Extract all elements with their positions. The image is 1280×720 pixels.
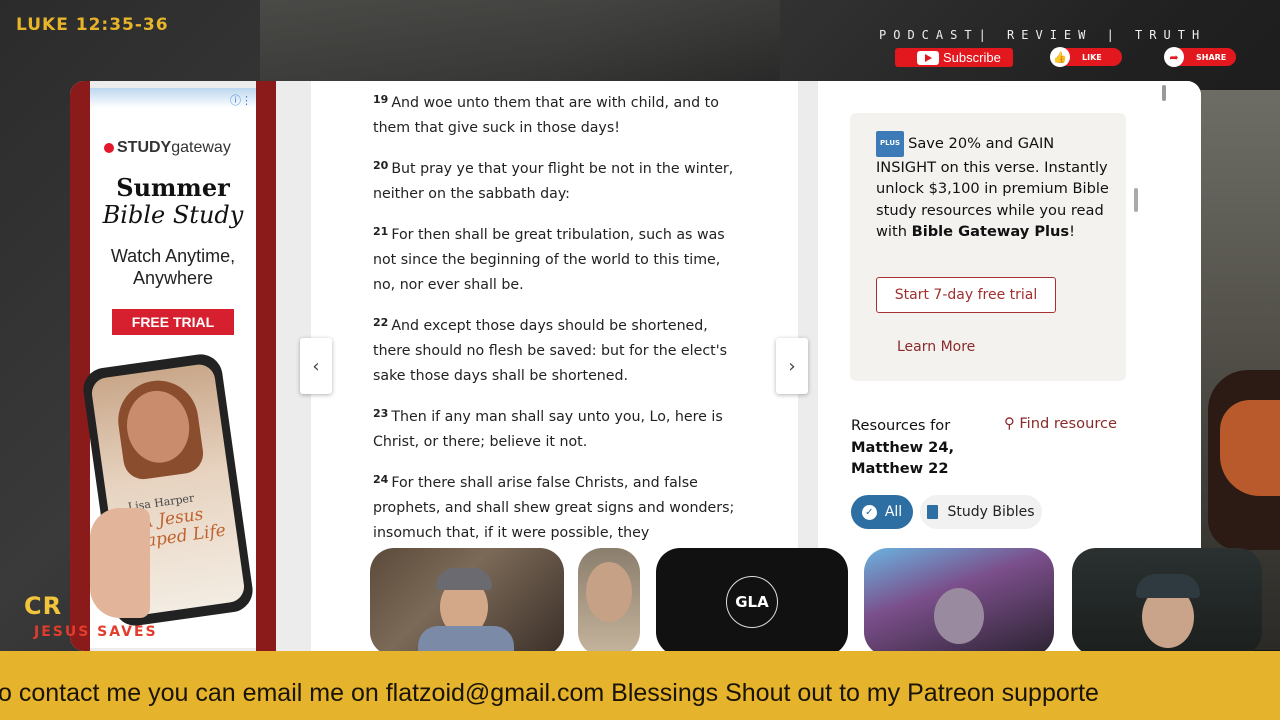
like-label: LIKE	[1082, 52, 1102, 62]
ad-info-icon[interactable]: ⓘ⋮	[230, 92, 252, 108]
verse-number[interactable]: 20	[373, 159, 388, 172]
verse-list: 19 And woe unto them that are with child,…	[373, 91, 743, 562]
verse: 24 For there shall arise false Christs, a…	[373, 471, 743, 546]
participant-cams: GLA	[0, 548, 1280, 658]
verse-number[interactable]: 24	[373, 473, 388, 486]
subscribe-button[interactable]: Subscribe	[895, 48, 1013, 67]
share-arrow-icon: ➦	[1164, 47, 1184, 67]
find-resource-link[interactable]: ⚲ Find resource	[1004, 415, 1117, 432]
previous-chapter-button[interactable]: ‹	[300, 338, 332, 394]
promo-brand: Bible Gateway Plus	[911, 223, 1070, 241]
cartoon-avatar	[1208, 370, 1280, 550]
verse: 23 Then if any man shall say unto you, Lo…	[373, 405, 743, 455]
bell-icon	[895, 48, 911, 67]
verse: 21 For then shall be great tribulation, s…	[373, 223, 743, 298]
share-label: SHARE	[1196, 52, 1227, 62]
window-scrollbar[interactable]	[1134, 188, 1138, 212]
verse-text: And woe unto them that are with child, a…	[373, 95, 719, 136]
ad-free-trial-button[interactable]: FREE TRIAL	[112, 309, 234, 335]
ticker-text: o contact me you can email me on flatzoi…	[0, 679, 1099, 707]
participant-cam-1	[370, 548, 564, 656]
check-icon: ✓	[861, 504, 877, 520]
panel-scrollbar[interactable]	[1162, 85, 1166, 101]
ad-logo: STUDYgateway	[104, 139, 231, 157]
ad-subline: Watch Anytime, Anywhere	[110, 246, 236, 288]
ad-headline-2: Bible Study	[102, 201, 244, 229]
youtube-icon	[917, 50, 939, 65]
filter-chip-study-label: Study Bibles	[947, 504, 1035, 520]
verse-number[interactable]: 19	[373, 93, 388, 106]
scripture-reference: LUKE 12:35-36	[16, 15, 169, 35]
ad-headline-1: Summer	[116, 173, 230, 202]
filter-chip-all[interactable]: ✓ All	[851, 495, 913, 529]
filter-chip-study-bibles[interactable]: Study Bibles	[920, 495, 1042, 529]
verse-number[interactable]: 21	[373, 225, 388, 238]
subscribe-label: Subscribe	[943, 50, 1001, 65]
verse-number[interactable]: 22	[373, 316, 388, 329]
verse-number[interactable]: 23	[373, 407, 388, 420]
logo-mark-icon	[104, 143, 114, 153]
participant-initials: GLA	[726, 576, 778, 628]
find-resource-label: Find resource	[1019, 415, 1118, 432]
background-book-page	[260, 0, 780, 90]
resources-ref-1: Matthew 24,	[851, 438, 955, 456]
plus-badge: PLUS	[876, 131, 905, 157]
verse: 19 And woe unto them that are with child,…	[373, 91, 743, 141]
start-trial-button[interactable]: Start 7-day free trial	[876, 277, 1056, 313]
resources-heading: Resources for Matthew 24, Matthew 22	[851, 415, 954, 480]
verse-text: For then shall be great tribulation, suc…	[373, 227, 725, 293]
share-button[interactable]: ➦ SHARE	[1164, 47, 1236, 67]
verse-text: And except those days should be shortene…	[373, 318, 727, 384]
filter-chip-all-label: All	[884, 504, 903, 520]
participant-cam-3: GLA	[656, 548, 848, 656]
channel-tagline: PODCAST| REVIEW | TRUTH	[879, 28, 1207, 42]
bible-icon	[927, 505, 939, 519]
verse-text: For there shall arise false Christs, and…	[373, 475, 735, 541]
resources-label: Resources for	[851, 417, 951, 434]
verse-text: Then if any man shall say unto you, Lo, …	[373, 409, 723, 450]
verse: 20 But pray ye that your flight be not in…	[373, 157, 743, 207]
learn-more-link[interactable]: Learn More	[897, 339, 975, 355]
like-button[interactable]: 👍 LIKE	[1050, 47, 1122, 67]
news-ticker: o contact me you can email me on flatzoi…	[0, 651, 1280, 720]
search-icon: ⚲	[1004, 415, 1015, 432]
promo-text: PLUS Save 20% and GAIN INSIGHT on this ve…	[876, 131, 1116, 243]
verse: 22 And except those days should be shorte…	[373, 314, 743, 389]
next-chapter-button[interactable]: ›	[776, 338, 808, 394]
participant-cam-4	[864, 548, 1054, 656]
thumbs-up-icon: 👍	[1050, 47, 1070, 67]
plus-promo-card: PLUS Save 20% and GAIN INSIGHT on this ve…	[850, 113, 1126, 381]
participant-cam-2	[578, 548, 640, 656]
resources-ref-2: Matthew 22	[851, 460, 949, 477]
participant-cam-5	[1072, 548, 1262, 656]
promo-brand-suffix: !	[1069, 223, 1075, 241]
verse-text: But pray ye that your flight be not in t…	[373, 161, 734, 202]
